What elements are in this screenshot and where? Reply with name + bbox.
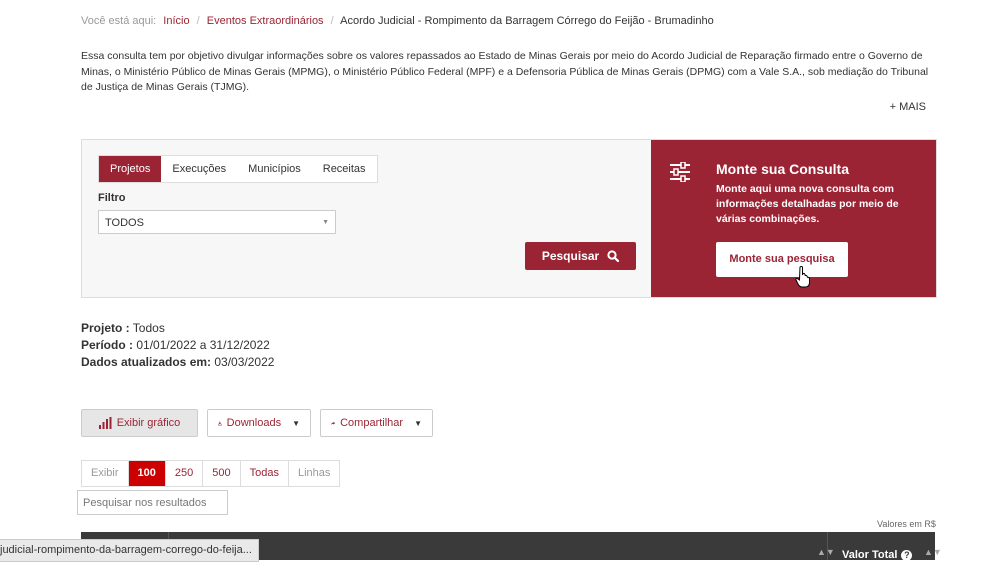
breadcrumb-link-inicio[interactable]: Início bbox=[163, 15, 189, 27]
build-query-description: Monte aqui uma nova consulta com informa… bbox=[716, 183, 899, 225]
action-bar: Exibir gráfico Downloads ▼ Compartilhar … bbox=[81, 409, 433, 437]
dados-line: Dados atualizados em: 03/03/2022 bbox=[81, 355, 275, 369]
results-search-input[interactable] bbox=[77, 490, 228, 515]
breadcrumb-link-eventos[interactable]: Eventos Extraordinários bbox=[207, 15, 324, 27]
tab-projetos[interactable]: Projetos bbox=[99, 156, 162, 182]
breadcrumb: Você está aqui: Início / Eventos Extraor… bbox=[81, 15, 714, 27]
caret-down-icon: ▼ bbox=[322, 219, 329, 226]
breadcrumb-current: Acordo Judicial - Rompimento da Barragem… bbox=[340, 15, 714, 27]
more-link[interactable]: + MAIS bbox=[890, 101, 926, 113]
query-info: Projeto : Todos Período : 01/01/2022 a 3… bbox=[81, 320, 274, 371]
search-icon bbox=[607, 250, 620, 262]
values-currency-note: Valores em R$ bbox=[877, 519, 936, 529]
column-header-valor-total[interactable]: Valor Total ? bbox=[842, 549, 913, 561]
show-chart-button[interactable]: Exibir gráfico bbox=[81, 409, 198, 437]
caret-down-icon: ▼ bbox=[292, 418, 300, 428]
tab-bar: Projetos Execuções Municípios Receitas bbox=[98, 155, 378, 183]
bar-chart-icon bbox=[98, 417, 112, 429]
downloads-button[interactable]: Downloads ▼ bbox=[207, 409, 311, 437]
breadcrumb-prefix: Você está aqui: bbox=[81, 15, 157, 27]
tab-receitas[interactable]: Receitas bbox=[312, 156, 377, 182]
page-size-todas[interactable]: Todas bbox=[239, 461, 288, 486]
tab-municipios[interactable]: Municípios bbox=[237, 156, 312, 182]
page-size-100[interactable]: 100 bbox=[127, 461, 165, 486]
page-size-exibir-label: Exibir bbox=[91, 467, 119, 479]
share-icon bbox=[331, 421, 336, 425]
filter-select-value: TODOS bbox=[105, 217, 144, 229]
share-button[interactable]: Compartilhar ▼ bbox=[320, 409, 433, 437]
filter-label: Filtro bbox=[98, 192, 126, 204]
tab-execucoes[interactable]: Execuções bbox=[161, 156, 237, 182]
filter-select[interactable]: TODOS ▼ bbox=[98, 210, 336, 234]
sort-icon[interactable]: ▲▼ bbox=[817, 547, 835, 557]
page-size-linhas-label: Linhas bbox=[287, 461, 339, 486]
share-label: Compartilhar bbox=[340, 417, 404, 429]
page-size-selector: Exibir 100 250 500 Todas Linhas bbox=[81, 460, 341, 487]
valor-total-label: Valor Total bbox=[842, 549, 898, 561]
sort-icon[interactable]: ▲▼ bbox=[924, 547, 942, 557]
status-bar-url: judicial-rompimento-da-barragem-corrego-… bbox=[0, 539, 259, 562]
show-chart-label: Exibir gráfico bbox=[116, 417, 181, 429]
build-query-button[interactable]: Monte sua pesquisa bbox=[716, 242, 848, 277]
caret-down-icon: ▼ bbox=[414, 418, 422, 428]
help-icon[interactable]: ? bbox=[901, 549, 913, 561]
page-size-250[interactable]: 250 bbox=[164, 461, 202, 486]
build-query-title: Monte sua Consulta bbox=[716, 161, 850, 177]
page-size-500[interactable]: 500 bbox=[202, 461, 239, 486]
breadcrumb-separator: / bbox=[196, 15, 200, 27]
sliders-icon bbox=[670, 162, 690, 182]
intro-text: Essa consulta tem por objetivo divulgar … bbox=[81, 50, 929, 93]
search-button-label: Pesquisar bbox=[541, 249, 600, 263]
search-button[interactable]: Pesquisar bbox=[525, 242, 636, 270]
build-query-box: Monte sua Consulta Monte aqui uma nova c… bbox=[651, 140, 936, 297]
download-icon bbox=[218, 421, 222, 425]
downloads-label: Downloads bbox=[226, 417, 282, 429]
hand-cursor-icon bbox=[795, 266, 810, 288]
periodo-line: Período : 01/01/2022 a 31/12/2022 bbox=[81, 338, 270, 352]
projeto-line: Projeto : Todos bbox=[81, 321, 165, 335]
breadcrumb-separator: / bbox=[330, 15, 334, 27]
